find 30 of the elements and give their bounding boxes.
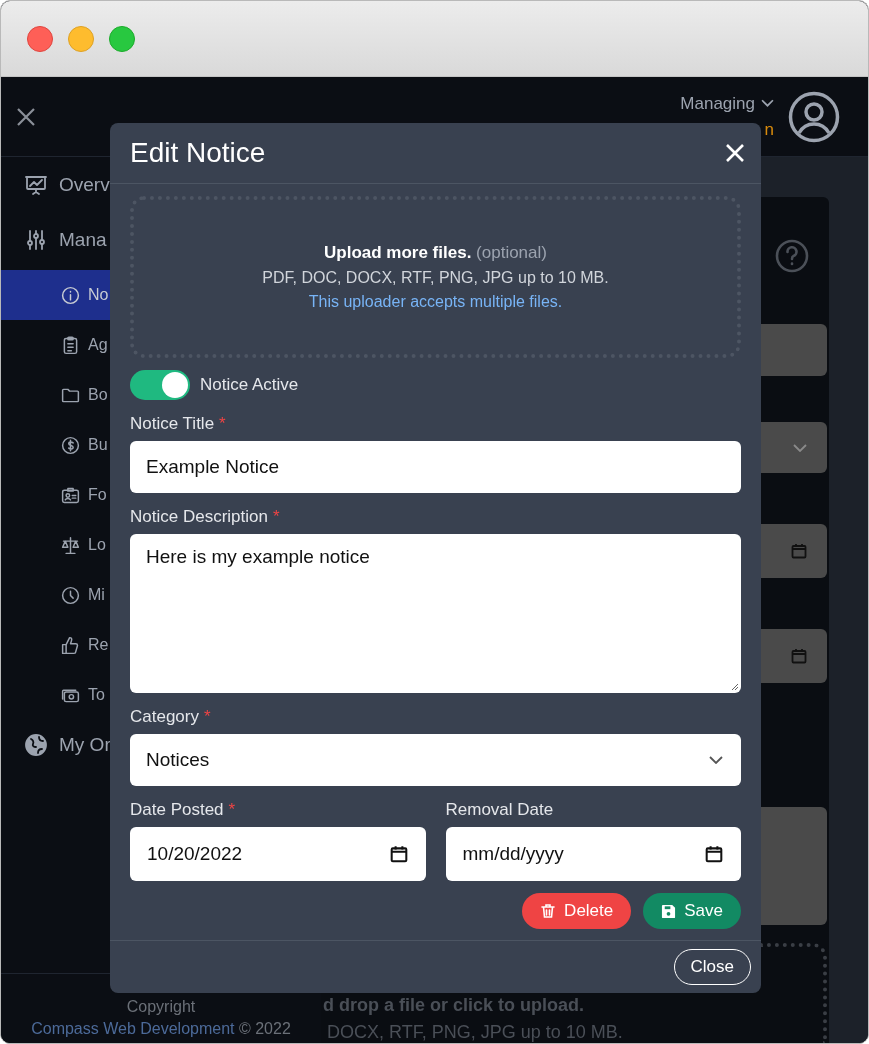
field-label: Removal Date bbox=[445, 800, 554, 820]
upload-note: This uploader accepts multiple files. bbox=[308, 293, 563, 311]
required-mark: * bbox=[272, 507, 280, 527]
toggle-label: Notice Active bbox=[200, 375, 299, 395]
dialog-title: Edit Notice bbox=[130, 137, 266, 169]
copyright-text: Copyright Compass Web Development © 2022 bbox=[30, 997, 292, 1039]
field-label: Category bbox=[130, 707, 199, 727]
sidebar-label: Bo bbox=[88, 386, 108, 404]
field-label: Notice Title bbox=[130, 414, 215, 434]
sidebar-label: Lo bbox=[88, 536, 106, 554]
sidebar-label: Ag bbox=[88, 336, 108, 354]
sidebar-label: My Or bbox=[59, 734, 111, 756]
sidebar-label: To bbox=[88, 686, 105, 704]
sidebar-label: Re bbox=[88, 636, 109, 654]
upload-prompt: d drop a file or click to upload. bbox=[322, 995, 586, 1016]
upload-prompt: Upload more files. (optional) bbox=[324, 243, 547, 263]
sidebar-label: Overv bbox=[59, 174, 110, 196]
required-mark: * bbox=[228, 800, 236, 820]
field-label: Notice Description bbox=[130, 507, 268, 527]
required-mark: * bbox=[204, 707, 211, 727]
upload-formats: PDF, DOC, DOCX, RTF, PNG, JPG up to 10 MB. bbox=[262, 269, 609, 287]
sidebar-label: Fo bbox=[88, 486, 107, 504]
sidebar-label: Mana bbox=[59, 229, 107, 251]
sidebar-label: No bbox=[88, 286, 109, 304]
organization-name: n bbox=[764, 119, 774, 140]
required-mark: * bbox=[219, 414, 226, 434]
sidebar-label: Bu bbox=[88, 436, 108, 454]
sidebar-label: Mi bbox=[88, 586, 105, 604]
field-label: Date Posted bbox=[130, 800, 224, 820]
upload-formats: DOCX, RTF, PNG, JPG up to 10 MB. bbox=[326, 1022, 624, 1043]
